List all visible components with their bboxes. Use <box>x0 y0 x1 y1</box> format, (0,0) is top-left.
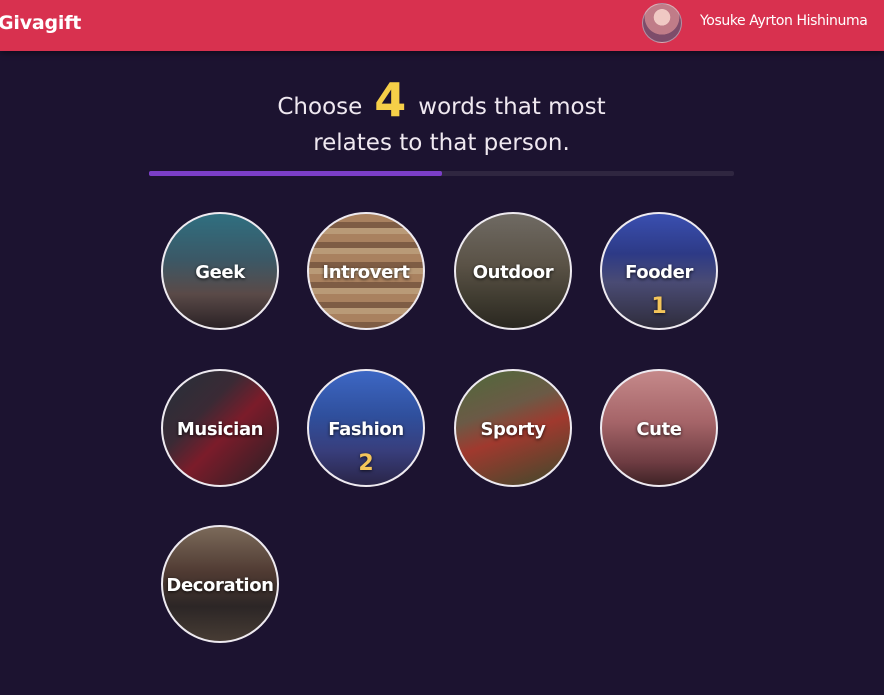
word-label: Introvert <box>322 262 410 283</box>
word-label: Fashion <box>328 419 404 440</box>
title-suffix: words that most <box>418 94 606 120</box>
word-option-fooder[interactable]: Fooder 1 <box>600 212 718 330</box>
word-option-musician[interactable]: Musician <box>161 369 279 487</box>
brand-logo[interactable]: Givagift <box>0 12 81 34</box>
progress-bar <box>149 171 734 176</box>
word-option-sporty[interactable]: Sporty <box>454 369 572 487</box>
word-label: Geek <box>195 262 245 283</box>
progress-fill <box>149 171 442 176</box>
word-label: Outdoor <box>472 262 554 283</box>
title-prefix: Choose <box>277 94 363 120</box>
user-avatar[interactable] <box>642 3 682 43</box>
top-bar: Givagift Yosuke Ayrton Hishinuma <box>0 0 884 51</box>
word-label: Decoration <box>166 575 274 596</box>
word-label: Musician <box>176 419 264 440</box>
page-title: Choose 4 words that most relates to that p… <box>149 77 734 161</box>
word-label: Cute <box>636 419 682 440</box>
word-option-geek[interactable]: Geek <box>161 212 279 330</box>
word-option-introvert[interactable]: Introvert <box>307 212 425 330</box>
word-option-decoration[interactable]: Decoration <box>161 525 279 643</box>
word-rank: 2 <box>358 451 374 476</box>
word-option-cute[interactable]: Cute <box>600 369 718 487</box>
word-count: 4 <box>374 73 407 127</box>
user-name[interactable]: Yosuke Ayrton Hishinuma <box>700 13 868 29</box>
word-label: Sporty <box>480 419 546 440</box>
word-option-fashion[interactable]: Fashion 2 <box>307 369 425 487</box>
word-rank: 1 <box>651 294 667 319</box>
title-line-2: relates to that person. <box>313 130 570 156</box>
word-label: Fooder <box>625 262 693 283</box>
word-option-outdoor[interactable]: Outdoor <box>454 212 572 330</box>
